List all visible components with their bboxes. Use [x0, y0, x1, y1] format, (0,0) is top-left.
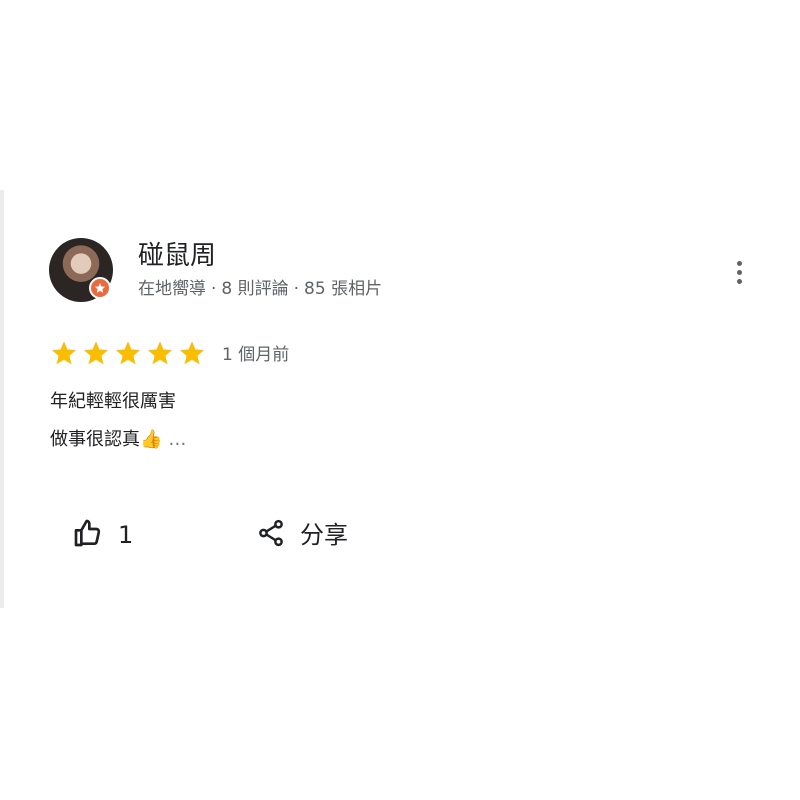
share-button[interactable]: 分享 [256, 515, 348, 555]
star-badge-icon [89, 277, 111, 299]
share-label: 分享 [300, 521, 348, 549]
review-actions: 1 分享 [72, 515, 392, 559]
separator: · [211, 279, 217, 299]
separator: · [293, 279, 300, 299]
review-text-line-2: 做事很認真👍… [50, 428, 186, 452]
local-guide-label: 在地嚮導 [138, 279, 206, 299]
share-icon [256, 518, 286, 552]
more-ellipsis[interactable]: … [168, 429, 186, 450]
star-icon [178, 339, 206, 367]
star-rating [50, 339, 206, 367]
review-text-line-1: 年紀輕輕很厲害 [50, 391, 176, 412]
review-text-line-2-text: 做事很認真👍 [50, 429, 163, 450]
thumbs-up-icon [72, 517, 104, 553]
card-left-border [0, 190, 4, 608]
review-count: 8 則評論 [221, 279, 289, 299]
star-icon [82, 339, 110, 367]
reviewer-subtitle: 在地嚮導 · 8 則評論 · 85 張相片 [138, 278, 382, 300]
star-icon [114, 339, 142, 367]
more-vert-icon[interactable] [728, 258, 752, 288]
reviewer-name[interactable]: 碰鼠周 [138, 240, 216, 272]
photo-count: 85 張相片 [304, 279, 383, 299]
star-icon [50, 339, 78, 367]
star-icon [146, 339, 174, 367]
like-button[interactable]: 1 [72, 515, 133, 555]
review-time: 1 個月前 [222, 345, 290, 365]
like-count: 1 [118, 521, 134, 549]
